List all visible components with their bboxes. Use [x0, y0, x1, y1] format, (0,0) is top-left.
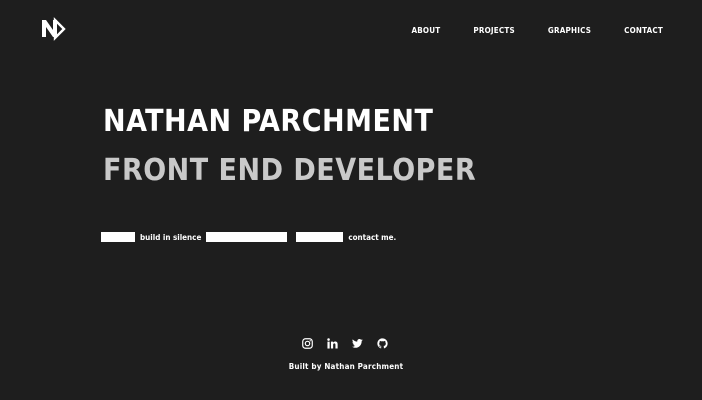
np-logo-icon[interactable] — [40, 17, 66, 41]
tagline: build in silence contact me. — [101, 231, 396, 243]
github-icon[interactable] — [377, 338, 388, 349]
footer-credit: Built by Nathan Parchment — [288, 362, 404, 371]
social-links — [302, 338, 388, 349]
linkedin-icon[interactable] — [327, 338, 338, 349]
nav-about[interactable]: ABOUT — [411, 26, 440, 35]
hero: NATHAN PARCHMENT FRONT END DEVELOPER — [103, 103, 476, 190]
redacted-block — [101, 232, 135, 242]
np-monogram-logo-icon — [42, 17, 66, 41]
nav-contact[interactable]: CONTACT — [624, 26, 663, 35]
main-nav: ABOUT PROJECTS GRAPHICS CONTACT — [411, 26, 663, 35]
page: ABOUT PROJECTS GRAPHICS CONTACT NATHAN P… — [0, 0, 702, 400]
redacted-block — [296, 232, 344, 242]
tagline-text-build: build in silence — [140, 232, 202, 242]
contact-me-link[interactable]: contact me. — [348, 233, 396, 242]
redacted-block — [206, 232, 288, 242]
nav-graphics[interactable]: GRAPHICS — [548, 26, 591, 35]
instagram-icon[interactable] — [302, 338, 313, 349]
twitter-icon[interactable] — [352, 338, 363, 349]
nav-projects[interactable]: PROJECTS — [473, 26, 515, 35]
hero-role: FRONT END DEVELOPER — [103, 153, 477, 188]
hero-name: NATHAN PARCHMENT — [103, 104, 434, 139]
